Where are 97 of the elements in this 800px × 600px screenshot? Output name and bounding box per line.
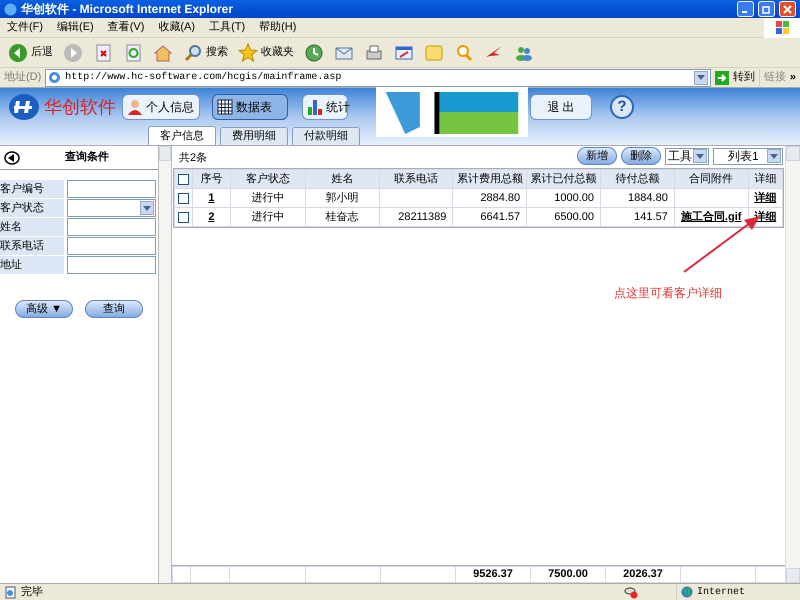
table-cell: 6500.00 bbox=[527, 208, 600, 226]
home-icon bbox=[153, 42, 173, 62]
zone-text: Internet bbox=[697, 586, 746, 600]
minimize-icon[interactable] bbox=[737, 1, 754, 17]
nav-button[interactable]: 统计 bbox=[302, 94, 348, 120]
star-icon bbox=[238, 42, 258, 62]
column-header: 联系电话 bbox=[380, 170, 452, 188]
nav-button[interactable]: 个人信息 bbox=[122, 94, 200, 120]
close-icon[interactable] bbox=[779, 1, 796, 17]
help-button[interactable]: ? bbox=[610, 95, 634, 119]
table-cell: 6641.57 bbox=[453, 208, 526, 226]
total-cell bbox=[191, 567, 229, 582]
window-title: 华创软件 - Microsoft Internet Explorer bbox=[21, 1, 234, 18]
search-icon bbox=[183, 42, 203, 62]
tab[interactable]: 付款明细 bbox=[292, 127, 360, 145]
input-field[interactable] bbox=[67, 218, 156, 236]
select-field[interactable] bbox=[67, 199, 156, 217]
field-label: 姓名 bbox=[0, 218, 64, 236]
nav-button[interactable]: 数据表 bbox=[212, 94, 288, 120]
record-count: 共2条 bbox=[178, 150, 208, 166]
column-header: 序号 bbox=[192, 170, 230, 188]
total-cell: 7500.00 bbox=[531, 567, 605, 582]
bar-chart-icon bbox=[307, 99, 323, 115]
more-chevron[interactable]: » bbox=[790, 69, 796, 86]
detail-link[interactable]: 详细 bbox=[754, 190, 776, 206]
column-header: 待付总额 bbox=[600, 170, 674, 188]
select-all-checkbox[interactable] bbox=[178, 174, 189, 184]
right-arrow-icon bbox=[714, 70, 729, 84]
toolbar-button[interactable]: 搜索 bbox=[181, 42, 230, 62]
windows-flag-icon bbox=[764, 18, 800, 38]
total-cell: 9526.37 bbox=[456, 567, 530, 582]
column-header: 姓名 bbox=[306, 170, 379, 188]
table-cell: 28211389 bbox=[380, 208, 452, 226]
table-cell: 141.57 bbox=[600, 208, 674, 226]
table-cell: 郭小明 bbox=[306, 189, 378, 207]
menu-item[interactable]: 帮助(H) bbox=[252, 19, 304, 36]
menu-item[interactable]: 编辑(E) bbox=[50, 19, 101, 36]
tool-select[interactable]: 工具 bbox=[665, 148, 709, 164]
toolbar-button[interactable]: 收藏夹 bbox=[236, 42, 296, 62]
column-header: 累计费用总额 bbox=[453, 170, 526, 188]
panel-title: 查询条件 bbox=[64, 150, 110, 166]
table-cell: 2884.80 bbox=[453, 189, 526, 207]
input-field[interactable] bbox=[67, 256, 156, 274]
query-button[interactable]: 高级 ▼ bbox=[15, 300, 73, 318]
menu-item[interactable]: 工具(T) bbox=[202, 19, 252, 36]
action-button[interactable]: 删除 bbox=[621, 147, 661, 165]
scrollbar[interactable] bbox=[785, 146, 800, 583]
action-button[interactable]: 新增 bbox=[577, 147, 617, 165]
column-header: 详细 bbox=[748, 170, 782, 188]
total-cell bbox=[173, 567, 190, 582]
restore-icon[interactable] bbox=[758, 1, 775, 17]
column-header: 客户状态 bbox=[231, 170, 305, 188]
input-field[interactable] bbox=[67, 237, 156, 255]
list-select[interactable]: 列表1 bbox=[713, 148, 783, 164]
note-icon bbox=[424, 42, 444, 62]
globe-icon bbox=[681, 586, 693, 598]
menu-item[interactable]: 文件(F) bbox=[0, 19, 50, 36]
attachment-link[interactable]: 施工合同.gif bbox=[680, 208, 742, 226]
annotation-text: 点这里可看客户详细 bbox=[614, 285, 722, 302]
row-checkbox[interactable] bbox=[178, 212, 189, 222]
grid-icon bbox=[217, 99, 233, 115]
table-cell: 进行中 bbox=[231, 208, 305, 226]
address-label: 地址(D) bbox=[4, 70, 42, 86]
field-label: 地址 bbox=[0, 256, 64, 274]
field-label: 客户编号 bbox=[0, 180, 64, 198]
go-button[interactable]: 转到 bbox=[714, 69, 755, 86]
column-header: 累计已付总额 bbox=[527, 170, 600, 188]
history-clock-icon bbox=[304, 42, 324, 62]
field-label: 联系电话 bbox=[0, 237, 64, 255]
input-field[interactable] bbox=[67, 180, 156, 198]
logo-icon bbox=[8, 93, 40, 121]
row-number-link[interactable]: 1 bbox=[208, 190, 214, 206]
table-cell: 进行中 bbox=[231, 189, 305, 207]
table-cell: 1884.80 bbox=[600, 189, 674, 207]
field-label: 客户状态 bbox=[0, 199, 64, 217]
printer-icon bbox=[364, 42, 384, 62]
total-cell: 2026.37 bbox=[606, 567, 680, 582]
research-icon bbox=[454, 42, 474, 62]
tab[interactable]: 费用明细 bbox=[220, 127, 288, 145]
status-text: 完毕 bbox=[21, 584, 44, 600]
query-button[interactable]: 查询 bbox=[85, 300, 143, 318]
row-checkbox[interactable] bbox=[178, 192, 189, 204]
table-cell: 桂奋志 bbox=[306, 208, 378, 226]
column-header: 合同附件 bbox=[674, 170, 748, 188]
person-icon bbox=[127, 99, 143, 115]
menu-item[interactable]: 收藏(A) bbox=[151, 19, 202, 36]
toolbar-button[interactable] bbox=[151, 42, 175, 62]
table-cell: 1000.00 bbox=[527, 189, 600, 207]
logo-text: 华创软件 bbox=[44, 96, 116, 118]
row-number-link[interactable]: 2 bbox=[208, 208, 214, 226]
menu-item[interactable]: 查看(V) bbox=[100, 19, 152, 36]
address-field[interactable]: http://www.hc-software.com/hcgis/mainframe.asp bbox=[45, 68, 711, 86]
toolbar-button[interactable]: 后退 bbox=[6, 42, 55, 62]
tab[interactable]: 客户信息 bbox=[148, 126, 216, 145]
page-icon bbox=[4, 586, 17, 598]
privacy-blocked-icon bbox=[624, 586, 638, 598]
nav-button[interactable]: 退 出 bbox=[530, 94, 592, 120]
